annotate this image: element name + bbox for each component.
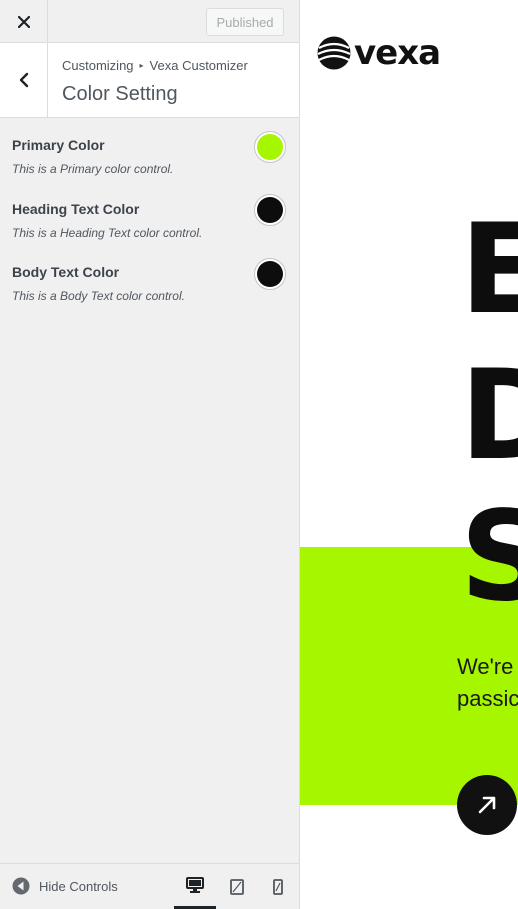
hide-controls-button[interactable]: Hide Controls <box>12 877 118 895</box>
breadcrumb-root: Customizing <box>62 58 134 73</box>
body-text-color-control: Body Text Color This is a Body Text colo… <box>12 258 287 303</box>
control-label: Primary Color <box>12 137 105 153</box>
heading-text-color-swatch[interactable] <box>254 194 286 226</box>
customizer-header: Published <box>0 0 299 43</box>
back-button[interactable] <box>0 43 48 117</box>
hero-heading-line-2: D <box>460 344 518 488</box>
swatch-dot <box>257 134 283 160</box>
primary-color-control: Primary Color This is a Primary color co… <box>12 131 287 176</box>
hero-heading-line-1: E <box>460 198 518 342</box>
chevron-left-icon <box>19 72 28 88</box>
logo-text: vexa <box>354 33 441 73</box>
customizer-footer: Hide Controls <box>0 863 299 909</box>
hide-controls-label: Hide Controls <box>39 878 118 894</box>
arrow-up-right-icon <box>478 796 496 814</box>
customizer-sidebar: Published Customizing ▸ Vexa Customizer … <box>0 0 300 909</box>
vexa-logo-icon <box>317 36 351 70</box>
hero-heading-line-3: S <box>460 485 518 629</box>
heading-text-color-control: Heading Text Color This is a Heading Tex… <box>12 194 287 240</box>
breadcrumb-panel: Vexa Customizer <box>149 58 248 73</box>
section-title: Color Setting <box>62 83 178 105</box>
desktop-icon <box>186 877 204 893</box>
preview-desktop-button[interactable] <box>174 864 216 909</box>
hero-subtitle: We're passic <box>457 656 518 710</box>
breadcrumb: Customizing ▸ Vexa Customizer <box>62 58 248 73</box>
site-preview[interactable]: vexa E D S We're passic <box>300 0 518 909</box>
collapse-icon <box>12 877 30 895</box>
control-description: This is a Heading Text color control. <box>12 226 203 240</box>
hero-subtitle-line-1: We're <box>457 654 514 679</box>
close-button[interactable] <box>0 0 48 43</box>
control-label: Body Text Color <box>12 264 120 280</box>
preview-mobile-button[interactable] <box>257 864 299 909</box>
primary-color-swatch[interactable] <box>254 131 286 163</box>
control-label: Heading Text Color <box>12 201 140 217</box>
control-description: This is a Body Text color control. <box>12 289 185 303</box>
mobile-icon <box>273 878 283 895</box>
hero-cta-button[interactable] <box>457 775 517 835</box>
site-logo[interactable]: vexa <box>317 33 441 73</box>
publish-button[interactable]: Published <box>206 8 284 36</box>
breadcrumb-separator: ▸ <box>139 61 144 70</box>
section-header: Customizing ▸ Vexa Customizer Color Sett… <box>0 43 299 118</box>
swatch-dot <box>257 261 283 287</box>
preview-tablet-button[interactable] <box>216 864 258 909</box>
tablet-icon <box>230 878 244 895</box>
hero-subtitle-line-2: passic <box>457 686 518 711</box>
close-icon <box>17 15 30 28</box>
control-description: This is a Primary color control. <box>12 162 174 176</box>
body-text-color-swatch[interactable] <box>254 258 286 290</box>
swatch-dot <box>257 197 283 223</box>
